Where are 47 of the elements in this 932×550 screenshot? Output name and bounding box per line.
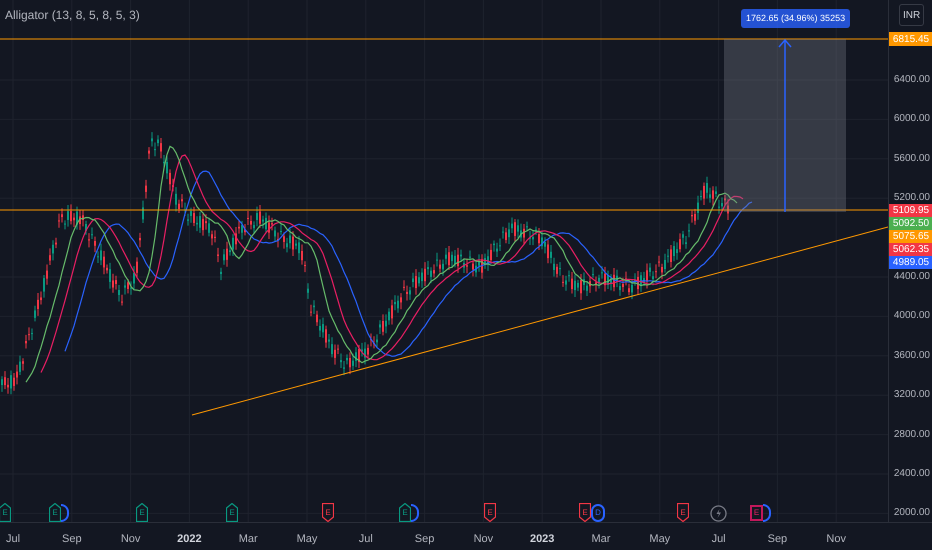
time-tick: Jul <box>6 532 20 547</box>
earnings-marker[interactable]: E <box>136 503 148 522</box>
time-tick: May <box>296 532 318 547</box>
earnings-marker[interactable]: E <box>322 503 334 522</box>
earnings-marker[interactable]: E <box>0 503 11 522</box>
time-tick: Mar <box>592 532 610 547</box>
price-tick: 3600.00 <box>894 350 930 361</box>
time-tick: Jul <box>358 532 373 547</box>
price-badge: 5062.35 <box>889 243 932 256</box>
time-tick: Nov <box>474 532 494 547</box>
price-tick: 6400.00 <box>894 75 930 85</box>
price-tick: 5200.00 <box>894 193 930 204</box>
time-tick: Nov <box>826 532 846 547</box>
earnings-marker[interactable]: E <box>399 503 411 522</box>
earnings-marker[interactable]: E <box>677 503 689 522</box>
price-tick: 4000.00 <box>894 311 930 322</box>
time-tick: Sep <box>414 532 434 547</box>
indicator-legend: Alligator (13, 8, 5, 8, 5, 3) <box>5 6 140 24</box>
price-tick: 3200.00 <box>894 390 930 400</box>
price-badge: 6815.45 <box>889 32 932 46</box>
currency-label[interactable]: INR <box>899 4 924 26</box>
price-tick: 2800.00 <box>894 430 930 440</box>
price-tick: 2400.00 <box>894 469 930 479</box>
price-badge: 5109.95 <box>889 204 932 217</box>
price-tick: 6000.00 <box>894 114 930 124</box>
price-badge: 5075.65 <box>889 230 932 243</box>
time-tick: Mar <box>238 532 258 547</box>
time-tick: May <box>649 532 670 547</box>
earnings-marker[interactable]: E <box>579 503 591 522</box>
time-tick: Sep <box>62 532 82 547</box>
price-badge: 5092.50 <box>889 217 932 230</box>
measure-label: 1762.65 (34.96%) 35253 <box>741 9 850 28</box>
time-tick: Sep <box>768 532 788 547</box>
lightning-icon[interactable] <box>710 505 727 522</box>
earnings-marker[interactable]: E <box>49 503 61 522</box>
dividend-marker[interactable]: D <box>591 504 605 522</box>
earnings-marker[interactable]: E <box>484 503 496 522</box>
price-tick: 4400.00 <box>894 272 930 282</box>
price-tick: 2000.00 <box>894 508 930 518</box>
time-tick: Nov <box>120 532 140 547</box>
time-tick: 2022 <box>177 532 202 547</box>
earnings-marker[interactable]: E <box>226 503 238 522</box>
time-tick: 2023 <box>530 532 554 547</box>
time-tick: Jul <box>712 532 726 547</box>
price-tick: 5600.00 <box>894 154 930 164</box>
earnings-marker[interactable]: E <box>750 505 763 521</box>
price-badge: 4989.05 <box>889 256 932 269</box>
